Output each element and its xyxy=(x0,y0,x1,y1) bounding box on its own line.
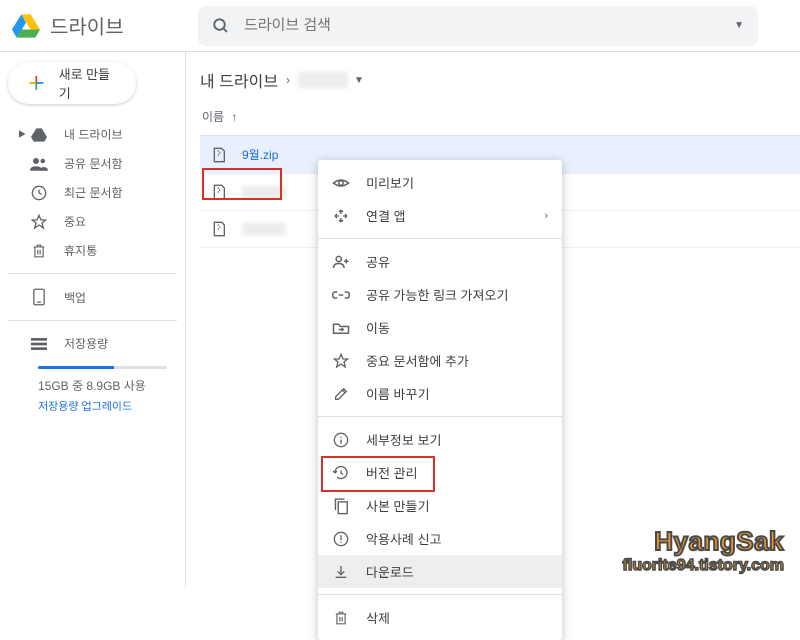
menu-divider xyxy=(318,594,562,595)
sidebar-item-shared[interactable]: 공유 문서함 xyxy=(8,149,185,178)
shared-icon xyxy=(30,157,48,171)
nav-label: 중요 xyxy=(64,213,86,230)
trash-icon xyxy=(30,243,48,259)
pencil-icon xyxy=(332,385,350,403)
search-bar[interactable]: ▼ xyxy=(198,6,758,46)
header: 드라이브 ▼ xyxy=(0,0,800,52)
file-name-blurred xyxy=(242,186,286,198)
nav-label: 저장용량 xyxy=(64,335,108,352)
sidebar-item-mydrive[interactable]: ▶ 내 드라이브 xyxy=(8,120,185,149)
download-icon xyxy=(332,563,350,581)
context-menu: 미리보기 연결 앱 › 공유 공유 가능한 링크 가져오기 이동 중요 문서함에… xyxy=(318,160,562,640)
storage-upgrade-link[interactable]: 저장용량 업그레이드 xyxy=(38,398,185,414)
breadcrumb-root[interactable]: 내 드라이브 xyxy=(200,68,278,92)
backup-icon xyxy=(30,288,48,306)
sidebar-item-recent[interactable]: 최근 문서함 xyxy=(8,178,185,207)
column-header-name[interactable]: 이름 ↑ xyxy=(200,98,800,136)
menu-preview[interactable]: 미리보기 xyxy=(318,166,562,199)
divider xyxy=(8,273,177,274)
chevron-right-icon: › xyxy=(286,73,290,87)
menu-details[interactable]: 세부정보 보기 xyxy=(318,423,562,456)
menu-report[interactable]: 악용사례 신고 xyxy=(318,522,562,555)
nav-label: 내 드라이브 xyxy=(64,126,123,143)
nav-label: 백업 xyxy=(64,289,86,306)
sidebar-item-backup[interactable]: 백업 xyxy=(8,282,185,312)
info-icon xyxy=(332,431,350,449)
watermark-url: fluorite94.tistory.com xyxy=(622,557,784,575)
star-icon xyxy=(332,352,350,370)
zip-file-icon xyxy=(212,147,228,163)
move-icon xyxy=(332,319,350,337)
menu-open-with[interactable]: 연결 앱 › xyxy=(318,199,562,232)
logo[interactable]: 드라이브 xyxy=(12,11,198,40)
menu-download[interactable]: 다운로드 xyxy=(318,555,562,588)
eye-icon xyxy=(332,174,350,192)
breadcrumb: 내 드라이브 › ▼ xyxy=(200,62,800,98)
sidebar-item-starred[interactable]: 중요 xyxy=(8,207,185,236)
storage-fill xyxy=(38,366,114,369)
storage-icon xyxy=(30,338,48,350)
menu-move[interactable]: 이동 xyxy=(318,311,562,344)
menu-get-link[interactable]: 공유 가능한 링크 가져오기 xyxy=(318,278,562,311)
star-icon xyxy=(30,214,48,230)
watermark: HyangSak fluorite94.tistory.com xyxy=(622,526,784,575)
report-icon xyxy=(332,530,350,548)
nav-label: 공유 문서함 xyxy=(64,155,123,172)
sidebar: 새로 만들기 ▶ 내 드라이브 공유 문서함 최근 문서함 중요 휴지통 xyxy=(0,52,186,587)
breadcrumb-dropdown-icon[interactable]: ▼ xyxy=(354,75,364,86)
clock-icon xyxy=(30,185,48,201)
breadcrumb-folder-blurred[interactable] xyxy=(298,72,348,88)
new-button-label: 새로 만들기 xyxy=(59,64,118,102)
sort-arrow-icon: ↑ xyxy=(231,110,237,124)
file-name-blurred xyxy=(242,223,286,235)
chevron-right-icon: › xyxy=(544,210,548,222)
drive-logo-icon xyxy=(12,14,40,38)
file-name: 9월.zip xyxy=(242,146,278,163)
trash-icon xyxy=(332,609,350,627)
menu-copy[interactable]: 사본 만들기 xyxy=(318,489,562,522)
history-icon xyxy=(332,464,350,482)
copy-icon xyxy=(332,497,350,515)
sidebar-item-storage[interactable]: 저장용량 xyxy=(8,329,185,358)
open-with-icon xyxy=(332,207,350,225)
nav-label: 최근 문서함 xyxy=(64,184,123,201)
storage-bar xyxy=(38,366,167,369)
zip-file-icon xyxy=(212,221,228,237)
plus-icon xyxy=(26,72,47,94)
drive-icon xyxy=(30,128,48,142)
menu-delete[interactable]: 삭제 xyxy=(318,601,562,634)
menu-add-star[interactable]: 중요 문서함에 추가 xyxy=(318,344,562,377)
link-icon xyxy=(332,286,350,304)
search-input[interactable] xyxy=(244,17,734,34)
menu-divider xyxy=(318,238,562,239)
new-button[interactable]: 새로 만들기 xyxy=(8,62,136,104)
expand-icon[interactable]: ▶ xyxy=(18,129,30,140)
menu-rename[interactable]: 이름 바꾸기 xyxy=(318,377,562,410)
storage-usage-text: 15GB 중 8.9GB 사용 xyxy=(38,377,185,394)
divider xyxy=(8,320,177,321)
person-add-icon xyxy=(332,253,350,271)
nav-label: 휴지통 xyxy=(64,242,97,259)
menu-divider xyxy=(318,416,562,417)
watermark-title: HyangSak xyxy=(622,526,784,557)
menu-versions[interactable]: 버전 관리 xyxy=(318,456,562,489)
zip-file-icon xyxy=(212,184,228,200)
search-icon xyxy=(212,17,230,35)
app-name: 드라이브 xyxy=(50,11,124,40)
menu-share[interactable]: 공유 xyxy=(318,245,562,278)
search-options-icon[interactable]: ▼ xyxy=(734,20,744,31)
sidebar-item-trash[interactable]: 휴지통 xyxy=(8,236,185,265)
